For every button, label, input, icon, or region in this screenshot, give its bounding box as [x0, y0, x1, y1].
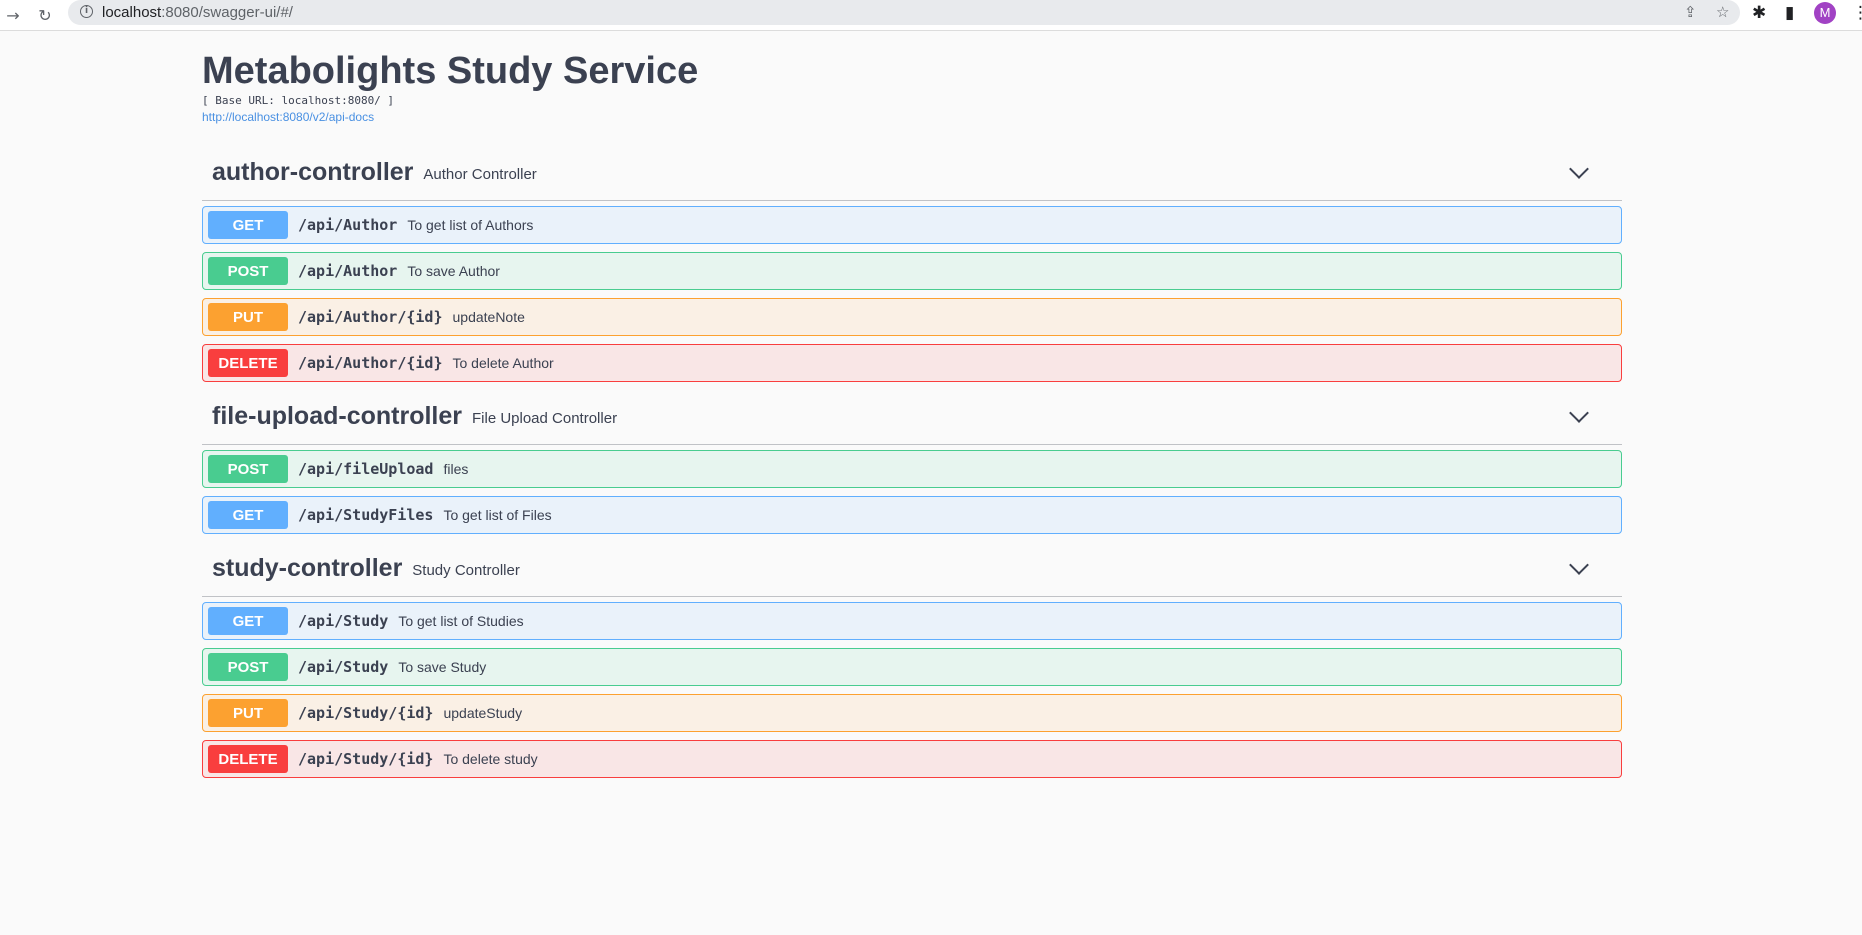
- method-badge: GET: [208, 501, 288, 529]
- method-badge: PUT: [208, 303, 288, 331]
- browser-toolbar: → ↻ i localhost:8080/swagger-ui/#/ ⇪ ☆ ✱…: [0, 0, 1862, 31]
- method-badge: DELETE: [208, 745, 288, 773]
- kebab-menu-icon[interactable]: ⋮: [1852, 3, 1862, 23]
- operation-path: /api/fileUpload: [298, 460, 434, 478]
- reload-icon[interactable]: ↻: [34, 4, 56, 26]
- tag-section-study-controller: study-controller Study Controller GET/api/…: [202, 554, 1622, 786]
- method-badge: DELETE: [208, 349, 288, 377]
- chevron-down-icon[interactable]: [1569, 555, 1589, 575]
- spec-link[interactable]: http://localhost:8080/v2/api-docs: [202, 109, 374, 125]
- tag-name: study-controller: [212, 553, 403, 582]
- tag-header[interactable]: author-controller Author Controller: [202, 158, 1622, 201]
- operation-summary: To delete Author: [452, 355, 554, 371]
- operation-summary: To delete study: [443, 751, 538, 767]
- operation-path: /api/Study/{id}: [298, 750, 434, 768]
- method-badge: POST: [208, 455, 288, 483]
- swagger-wrapper: Metabolights Study Service [ Base URL: l…: [202, 30, 1622, 126]
- operation-summary: To get list of Files: [443, 507, 552, 523]
- side-panel-icon[interactable]: ▮: [1785, 3, 1794, 23]
- operation-path: /api/Study: [298, 658, 389, 676]
- operation-summary: To get list of Authors: [407, 217, 534, 233]
- operation-path: /api/Author/{id}: [298, 308, 443, 326]
- operation-summary: To save Author: [407, 263, 500, 279]
- operation-get[interactable]: GET/api/Author To get list of Authors: [202, 206, 1622, 244]
- operation-post[interactable]: POST/api/fileUpload files: [202, 450, 1622, 488]
- star-icon[interactable]: ☆: [1716, 3, 1729, 21]
- operation-path: /api/Author: [298, 262, 398, 280]
- operation-path: /api/StudyFiles: [298, 506, 434, 524]
- info-icon[interactable]: i: [80, 5, 93, 18]
- tag-name: file-upload-controller: [212, 401, 462, 430]
- base-url: [ Base URL: localhost:8080/ ]: [202, 94, 395, 107]
- arrow-right-icon[interactable]: →: [2, 4, 24, 26]
- tag-section-author-controller: author-controller Author Controller GET/ap…: [202, 158, 1622, 390]
- tag-description: Study Controller: [412, 561, 520, 579]
- operation-delete[interactable]: DELETE/api/Author/{id} To delete Author: [202, 344, 1622, 382]
- tag-section-file-upload-controller: file-upload-controller File Upload Contro…: [202, 402, 1622, 542]
- operation-summary: updateStudy: [443, 705, 523, 721]
- operation-put[interactable]: PUT/api/Author/{id} updateNote: [202, 298, 1622, 336]
- operation-get[interactable]: GET/api/Study To get list of Studies: [202, 602, 1622, 640]
- share-icon[interactable]: ⇪: [1684, 3, 1697, 21]
- tag-description: Author Controller: [423, 165, 537, 183]
- method-badge: POST: [208, 653, 288, 681]
- chevron-down-icon[interactable]: [1569, 403, 1589, 423]
- chevron-down-icon[interactable]: [1569, 159, 1589, 179]
- operation-path: /api/Author/{id}: [298, 354, 443, 372]
- url-text[interactable]: localhost:8080/swagger-ui/#/: [102, 4, 293, 21]
- tag-header[interactable]: study-controller Study Controller: [202, 554, 1622, 597]
- operation-post[interactable]: POST/api/Study To save Study: [202, 648, 1622, 686]
- operation-get[interactable]: GET/api/StudyFiles To get list of Files: [202, 496, 1622, 534]
- operation-delete[interactable]: DELETE/api/Study/{id} To delete study: [202, 740, 1622, 778]
- operation-summary: To get list of Studies: [398, 613, 524, 629]
- operation-path: /api/Study: [298, 612, 389, 630]
- page-title: Metabolights Study Service: [202, 50, 699, 92]
- method-badge: GET: [208, 607, 288, 635]
- method-badge: POST: [208, 257, 288, 285]
- operation-path: /api/Study/{id}: [298, 704, 434, 722]
- operation-path: /api/Author: [298, 216, 398, 234]
- tag-name: author-controller: [212, 157, 414, 186]
- operation-post[interactable]: POST/api/Author To save Author: [202, 252, 1622, 290]
- api-info: Metabolights Study Service [ Base URL: l…: [202, 48, 1622, 126]
- operation-summary: files: [443, 461, 469, 477]
- avatar[interactable]: M: [1814, 2, 1836, 24]
- operation-summary: updateNote: [452, 309, 525, 325]
- method-badge: GET: [208, 211, 288, 239]
- method-badge: PUT: [208, 699, 288, 727]
- puzzle-icon[interactable]: ✱: [1752, 3, 1766, 23]
- operation-put[interactable]: PUT/api/Study/{id} updateStudy: [202, 694, 1622, 732]
- address-bar[interactable]: i localhost:8080/swagger-ui/#/ ⇪ ☆: [68, 0, 1740, 25]
- tag-description: File Upload Controller: [472, 409, 618, 427]
- tag-header[interactable]: file-upload-controller File Upload Contro…: [202, 402, 1622, 445]
- operation-summary: To save Study: [398, 659, 487, 675]
